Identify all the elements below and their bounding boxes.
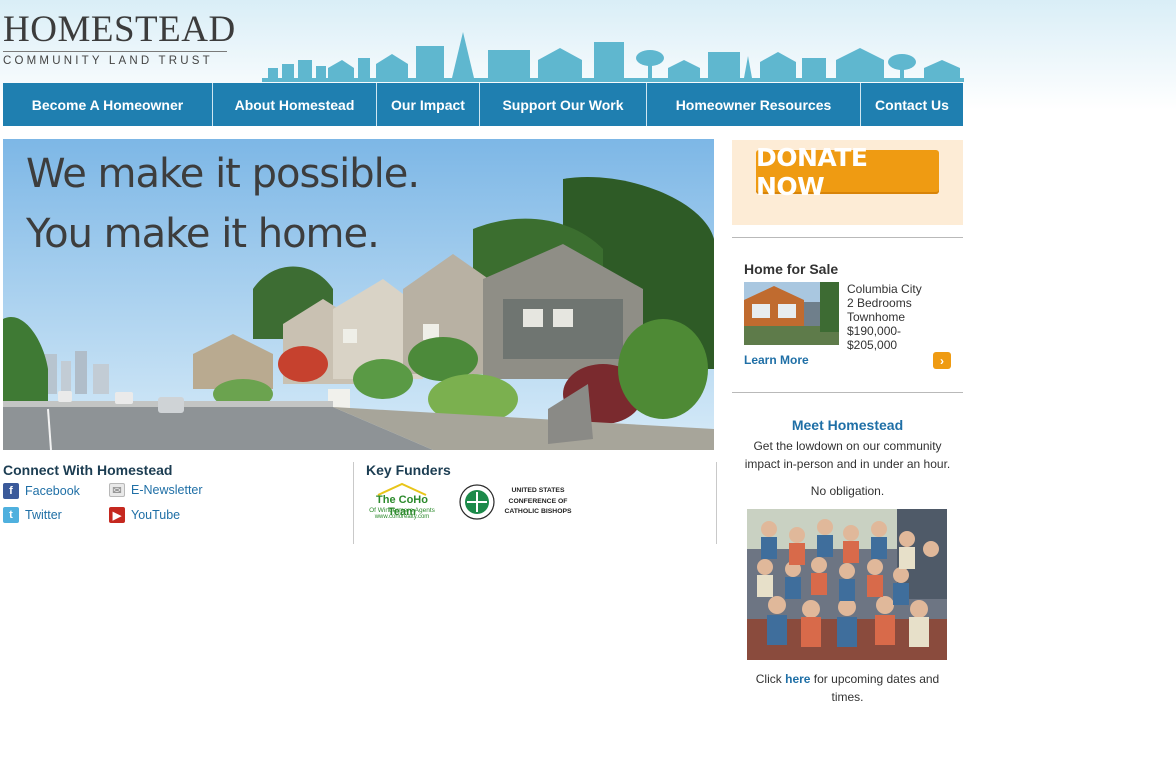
hero-headline-1: We make it possible. [26,151,420,197]
youtube-link[interactable]: ▶ YouTube [109,507,180,523]
logo-title: HOMESTEAD [3,9,236,50]
sidebar-divider [732,237,963,238]
usccb-logo-text[interactable]: UNITED STATES CONFERENCE OF CATHOLIC BIS… [503,486,573,518]
here-link[interactable]: here [785,672,810,686]
facebook-link[interactable]: f Facebook [3,483,80,499]
community-group-photo[interactable] [747,509,947,660]
coho-team-subtitle: Of Windermere Agents [369,507,435,514]
sidebar-divider [732,392,963,393]
facebook-icon: f [3,483,19,499]
connect-heading: Connect With Homestead [3,462,173,478]
nav-contact-us[interactable]: Contact Us [861,83,963,126]
upcoming-dates-text: Click here for upcoming dates and times. [740,670,955,706]
hero-headline-2: You make it home. [26,211,380,257]
home-type: Townhome [847,310,906,324]
group-photo-image [747,509,947,660]
key-funders-section: Key Funders [366,462,451,478]
donate-panel: DONATE NOW [732,140,963,225]
youtube-label: YouTube [131,508,181,522]
enewsletter-label: E-Newsletter [131,483,203,497]
section-divider [353,462,354,544]
click-prefix: Click [755,672,786,686]
home-bedrooms: 2 Bedrooms [847,296,912,310]
hero-banner[interactable]: We make it possible. You make it home. [3,139,714,450]
twitter-icon: t [3,507,19,523]
nav-our-impact[interactable]: Our Impact [377,83,480,126]
nav-become-a-homeowner[interactable]: Become A Homeowner [3,83,213,126]
home-price-low: $190,000- [847,324,902,338]
learn-more-link[interactable]: Learn More [744,353,809,367]
meet-homestead-description: Get the lowdown on our community impact … [744,439,951,471]
usccb-line-3: CATHOLIC BISHOPS [504,508,572,515]
home-for-sale-photo[interactable] [744,282,839,345]
connect-section: Connect With Homestead [3,462,343,478]
coho-team-logo[interactable]: The CoHo Team Of Windermere Agents www.c… [364,482,440,522]
home-for-sale-details: Columbia City 2 Bedrooms Townhome $190,0… [847,282,922,352]
home-location: Columbia City [847,282,922,296]
nav-about-homestead[interactable]: About Homestead [213,83,377,126]
townhome-image [744,282,839,345]
logo-subtitle: COMMUNITY LAND TRUST [3,55,213,67]
envelope-icon: ✉ [109,483,125,497]
nav-support-our-work[interactable]: Support Our Work [480,83,647,126]
usccb-seal-icon[interactable] [459,484,495,520]
main-navigation: Become A Homeowner About Homestead Our I… [3,83,963,126]
usccb-line-1: UNITED STATES [511,487,565,494]
home-price-high: $205,000 [847,338,898,352]
twitter-label: Twitter [25,508,62,522]
youtube-icon: ▶ [109,507,125,523]
funders-heading: Key Funders [366,462,451,478]
enewsletter-link[interactable]: ✉ E-Newsletter [109,483,203,497]
meet-homestead-heading[interactable]: Meet Homestead [732,417,963,433]
chevron-right-icon[interactable]: › [933,352,951,369]
donate-now-button[interactable]: DONATE NOW [756,143,939,201]
logo-divider [3,51,227,52]
no-obligation-text: No obligation. [810,484,885,498]
usccb-line-2: CONFERENCE OF [508,497,568,505]
skyline-illustration [262,32,964,82]
coho-team-url: www.cohorealty.com [374,514,430,520]
home-for-sale-heading: Home for Sale [744,261,839,277]
site-logo[interactable]: HOMESTEAD COMMUNITY LAND TRUST [3,9,236,67]
twitter-link[interactable]: t Twitter [3,507,62,523]
section-divider [716,462,717,544]
click-suffix: for upcoming dates and times. [810,672,940,704]
facebook-label: Facebook [25,484,80,498]
nav-homeowner-resources[interactable]: Homeowner Resources [647,83,861,126]
